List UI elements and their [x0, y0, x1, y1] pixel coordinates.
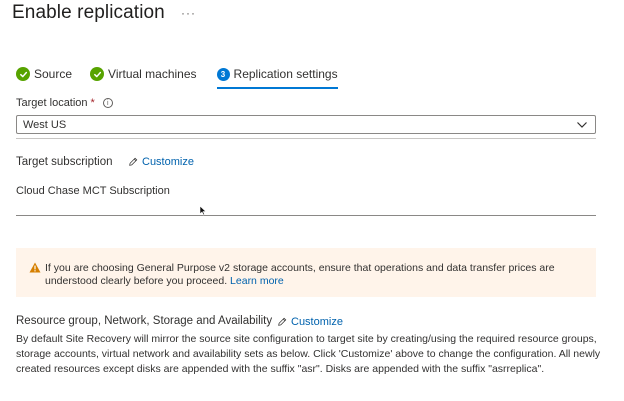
- required-indicator: *: [90, 97, 95, 109]
- learn-more-link[interactable]: Learn more: [230, 275, 284, 287]
- divider: [16, 215, 596, 216]
- customize-resources-link[interactable]: Customize: [277, 316, 343, 328]
- page-title: Enable replication: [12, 2, 165, 23]
- target-location-select[interactable]: West US: [16, 115, 596, 134]
- checkmark-icon: [16, 67, 30, 81]
- target-location-label: Target location * i: [16, 97, 113, 109]
- step-label: Source: [34, 67, 73, 81]
- warning-text: If you are choosing General Purpose v2 s…: [45, 262, 555, 287]
- checkmark-icon: [90, 67, 105, 81]
- more-options-button[interactable]: ···: [181, 6, 196, 20]
- step-source[interactable]: Source: [16, 62, 72, 86]
- resource-section-title: Resource group, Network, Storage and Ava…: [16, 315, 273, 327]
- resource-section-description: By default Site Recovery will mirror the…: [16, 333, 601, 375]
- wizard-steps: Source Virtual machines 3 Replication se…: [16, 62, 338, 89]
- chevron-down-icon: [576, 119, 588, 133]
- pencil-icon: [278, 317, 287, 326]
- step-virtual-machines[interactable]: Virtual machines: [90, 62, 197, 86]
- warning-icon: [29, 262, 41, 277]
- target-location-value: West US: [23, 118, 67, 131]
- pencil-icon: [129, 157, 138, 166]
- customize-label: Customize: [142, 156, 194, 168]
- customize-subscription-link[interactable]: Customize: [128, 156, 194, 168]
- step-label: Replication settings: [233, 67, 338, 81]
- step-label: Virtual machines: [108, 67, 197, 81]
- title-row: Enable replication: [12, 0, 165, 26]
- step-replication-settings[interactable]: 3 Replication settings: [216, 62, 338, 89]
- warning-banner: If you are choosing General Purpose v2 s…: [16, 248, 596, 297]
- customize-label: Customize: [291, 316, 343, 328]
- divider: [16, 138, 596, 139]
- step-number-badge: 3: [216, 67, 230, 81]
- mouse-cursor-icon: [199, 203, 207, 221]
- target-subscription-value: Cloud Chase MCT Subscription: [16, 185, 170, 197]
- info-icon[interactable]: i: [102, 98, 113, 108]
- target-subscription-label: Target subscription: [16, 156, 113, 168]
- enable-replication-page: Enable replication ··· Source Virtual ma…: [0, 0, 624, 401]
- target-subscription-label-text: Target subscription: [16, 156, 113, 168]
- target-location-label-text: Target location: [16, 97, 88, 109]
